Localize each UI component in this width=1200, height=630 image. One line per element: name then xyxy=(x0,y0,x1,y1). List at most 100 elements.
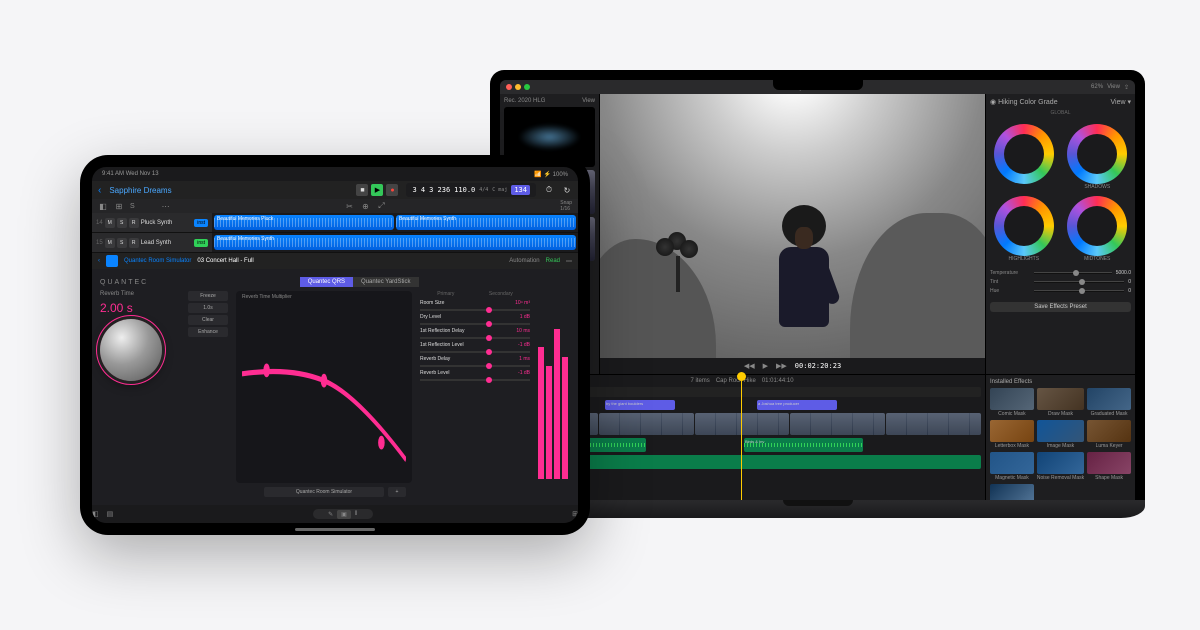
track-header[interactable]: 14 M S R Pluck Synth inst xyxy=(92,213,212,232)
lcd-display[interactable]: 3 4 3 236 110.0 4/4 C maj 134 xyxy=(406,183,536,197)
next-icon[interactable]: ▶▶ xyxy=(776,362,787,370)
scissors-icon[interactable]: ✂ xyxy=(344,201,354,211)
effect-item[interactable]: Letterbox Mask xyxy=(990,420,1034,449)
more-icon[interactable]: ⋯ xyxy=(161,201,171,211)
tab-yardstick[interactable]: Quantec YardStick xyxy=(353,277,418,287)
solo-button[interactable]: S xyxy=(117,238,127,248)
zoom-icon[interactable]: ⤢ xyxy=(376,201,386,211)
tab-qrs[interactable]: Quantec QRS xyxy=(300,277,353,287)
back-icon[interactable]: ‹ xyxy=(98,258,100,264)
bottom-pill[interactable]: Quantec Room Simulator xyxy=(264,487,384,497)
close-icon[interactable] xyxy=(506,84,512,90)
title-clip[interactable]: by the giant boulders xyxy=(605,400,675,410)
pencil-icon[interactable]: ✎ xyxy=(328,511,333,518)
solo-button[interactable]: S xyxy=(117,218,127,228)
plugin-preset[interactable]: 03 Concert Hall - Full xyxy=(197,258,253,264)
tracks-area: 14 M S R Pluck Synth inst Beautiful Memo… xyxy=(92,213,578,253)
viewer-canvas[interactable] xyxy=(600,94,985,358)
playhead[interactable] xyxy=(741,375,742,500)
prev-icon[interactable]: ◀◀ xyxy=(744,362,755,370)
sidebar-icon[interactable]: ◧ xyxy=(92,510,99,518)
browser-icon[interactable]: ⊞ xyxy=(114,201,124,211)
rec-button[interactable]: R xyxy=(129,238,139,248)
preset-freeze[interactable]: Freeze xyxy=(188,291,228,301)
track-lane[interactable]: Beautiful Memories Synth xyxy=(212,233,578,252)
color-wheel-highlights[interactable] xyxy=(994,196,1054,256)
video-clip[interactable] xyxy=(790,413,885,435)
minimize-icon[interactable] xyxy=(515,84,521,90)
slider-temperature[interactable]: Temperature5000.0 xyxy=(990,270,1131,276)
effect-item[interactable]: Shape Mask xyxy=(1087,452,1131,481)
play-button[interactable]: ▶ xyxy=(371,184,383,196)
more-icon[interactable]: ⋯ xyxy=(566,258,572,265)
preset-1s[interactable]: 1.0s xyxy=(188,303,228,313)
color-wheel-midtones[interactable] xyxy=(1067,196,1127,256)
audio-region[interactable]: Beautiful Memories Pluck xyxy=(214,215,394,230)
play-icon[interactable]: ▶ xyxy=(763,362,768,370)
slider-tint[interactable]: Tint0 xyxy=(990,279,1131,285)
video-clip[interactable] xyxy=(599,413,694,435)
loop-icon[interactable]: ↻ xyxy=(562,185,572,195)
color-wheel-global[interactable] xyxy=(994,124,1054,184)
zoom-value[interactable]: 62% xyxy=(1091,84,1103,90)
param-slider[interactable] xyxy=(420,309,530,311)
record-button[interactable]: ● xyxy=(386,184,398,196)
stop-button[interactable]: ■ xyxy=(356,184,368,196)
effect-item[interactable]: Comic Mask xyxy=(990,388,1034,417)
track-row[interactable]: 15 M S R Lead Synth inst Beautiful Memor… xyxy=(92,233,578,253)
add-button[interactable]: + xyxy=(388,487,406,497)
plugin-name[interactable]: Quantec Room Simulator xyxy=(124,258,191,264)
share-icon[interactable]: ⇪ xyxy=(1124,84,1129,91)
mode-switcher[interactable]: ✎ ▣ ⫴ xyxy=(313,509,373,519)
effect-item[interactable]: Graduated Mask xyxy=(1087,388,1131,417)
fcp-timeline[interactable]: 7 items Cap Rock Hike 01:01:44:10 The es… xyxy=(500,374,1135,500)
param-slider[interactable] xyxy=(420,351,530,353)
metronome-icon[interactable]: ⏱ xyxy=(544,185,554,195)
plugin-icon[interactable] xyxy=(106,255,118,267)
save-preset-button[interactable]: Save Effects Preset xyxy=(990,302,1131,312)
effect-thumb xyxy=(1087,420,1131,442)
reverb-graph[interactable]: Reverb Time Multiplier xyxy=(236,291,412,483)
effect-item[interactable]: Magnetic Mask xyxy=(990,452,1034,481)
view-menu[interactable]: View xyxy=(1107,84,1120,90)
preset-enhance[interactable]: Enhance xyxy=(188,327,228,337)
window-controls[interactable] xyxy=(506,84,530,90)
audio-region[interactable]: Beautiful Memories Synth xyxy=(396,215,576,230)
fx-icon[interactable]: ⊞ xyxy=(572,510,578,518)
mute-button[interactable]: M xyxy=(105,218,115,228)
rec-button[interactable]: R xyxy=(129,218,139,228)
mute-button[interactable]: M xyxy=(105,238,115,248)
library-icon[interactable]: ◧ xyxy=(98,201,108,211)
mixer-icon[interactable]: ⫴ xyxy=(355,511,358,518)
track-row[interactable]: 14 M S R Pluck Synth inst Beautiful Memo… xyxy=(92,213,578,233)
video-clip[interactable] xyxy=(886,413,981,435)
list-icon[interactable]: ▤ xyxy=(107,510,114,518)
preset-clear[interactable]: Clear xyxy=(188,315,228,325)
title-clip[interactable]: a Joshua tree producer xyxy=(757,400,837,410)
effect-item[interactable]: Image Mask xyxy=(1037,420,1084,449)
view-button[interactable]: View xyxy=(582,98,595,104)
param-slider[interactable] xyxy=(420,379,530,381)
glue-icon[interactable]: ⊕ xyxy=(360,201,370,211)
fullscreen-icon[interactable] xyxy=(524,84,530,90)
audio-region[interactable]: Beautiful Memories Synth xyxy=(214,235,576,250)
back-icon[interactable]: ‹ xyxy=(98,185,101,196)
slider-hue[interactable]: Hue0 xyxy=(990,288,1131,294)
param-slider[interactable] xyxy=(420,323,530,325)
effect-item[interactable]: Draw Mask xyxy=(1037,388,1084,417)
param-slider[interactable] xyxy=(420,365,530,367)
audio-clip[interactable]: Birds & Inv xyxy=(744,438,864,452)
effect-item[interactable]: Vignette Mask xyxy=(990,484,1034,500)
pointer-icon[interactable]: ▣ xyxy=(337,510,351,519)
param-slider[interactable] xyxy=(420,337,530,339)
effect-item[interactable]: Luma Keyer xyxy=(1087,420,1131,449)
project-name[interactable]: Sapphire Dreams xyxy=(109,186,171,195)
automation-mode[interactable]: Read xyxy=(546,258,560,264)
track-lane[interactable]: Beautiful Memories Pluck Beautiful Memor… xyxy=(212,213,578,232)
color-wheel-shadows[interactable] xyxy=(1067,124,1127,184)
view-button[interactable]: View ▾ xyxy=(1110,98,1131,106)
reverb-time-knob[interactable] xyxy=(100,319,162,381)
snap-label[interactable]: Snap1/16 xyxy=(560,200,572,212)
effect-item[interactable]: Noise Removal Mask xyxy=(1037,452,1084,481)
track-header[interactable]: 15 M S R Lead Synth inst xyxy=(92,233,212,252)
